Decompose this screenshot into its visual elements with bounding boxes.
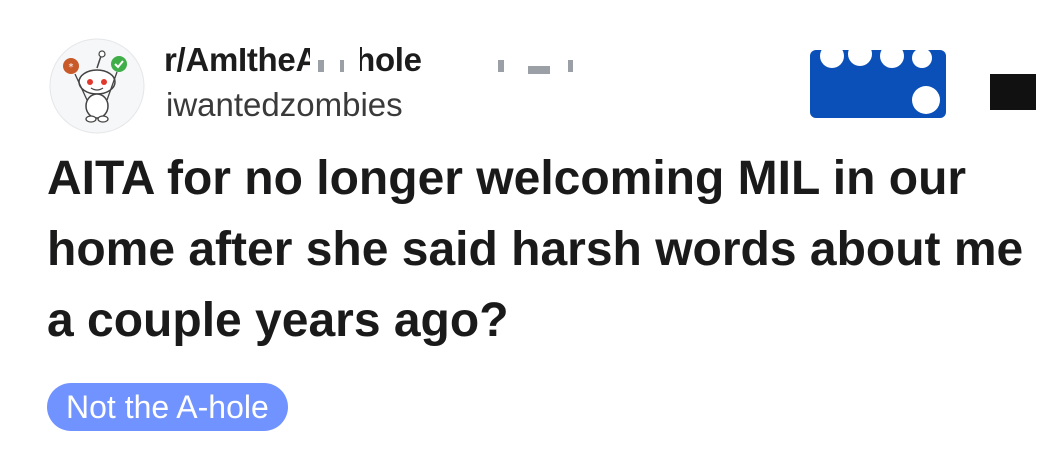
redaction-mark	[568, 60, 573, 72]
avatar[interactable]: *	[49, 38, 145, 134]
more-options-icon[interactable]	[990, 74, 1036, 110]
redaction-mark	[528, 66, 550, 74]
snoo-avatar-icon: *	[49, 38, 145, 134]
redaction-mark	[440, 44, 600, 78]
subreddit-link[interactable]: r/AmItheAsshole	[164, 41, 422, 79]
join-button[interactable]	[810, 42, 946, 118]
redaction-mark	[340, 60, 344, 72]
svg-text:*: *	[69, 62, 74, 73]
username-link[interactable]: iwantedzombies	[166, 86, 403, 124]
redaction-mark	[318, 60, 324, 72]
redaction-mark	[498, 60, 504, 72]
post-flair[interactable]: Not the A-hole	[47, 383, 288, 431]
post-title[interactable]: AITA for no longer welcoming MIL in our …	[47, 143, 1037, 356]
